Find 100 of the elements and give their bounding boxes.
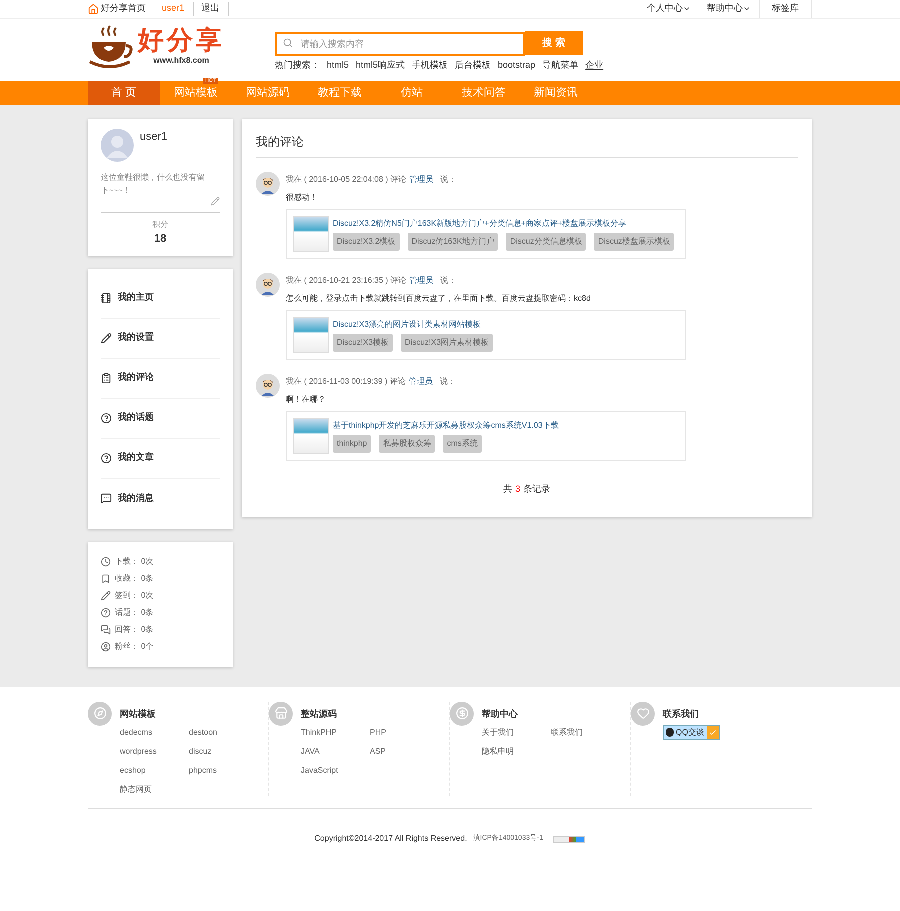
hot-search-link[interactable]: html5响应式 — [356, 59, 406, 72]
tag-chip[interactable]: Discuz!X3图片素材模板 — [401, 334, 494, 352]
footer-link[interactable]: JAVA — [301, 746, 370, 758]
sidebar-menu-item[interactable]: 我的设置 — [101, 318, 220, 358]
menu-icon — [101, 292, 112, 304]
home-link[interactable]: 好分享首页 — [101, 2, 154, 16]
said-label: 说： — [440, 174, 457, 186]
footer-link[interactable]: ecshop — [120, 765, 189, 777]
stat-text: 粉丝： 0个 — [115, 640, 154, 652]
dropdown-menu[interactable]: 个人中心 — [639, 0, 699, 18]
cartoon-avatar-icon — [256, 273, 280, 297]
tag-chip[interactable]: Discuz!X3.2模板 — [333, 233, 400, 251]
comment-text: 很感动！ — [286, 192, 319, 204]
profile-bio: 这位童鞋很懒，什么也没有留下~~~！ — [101, 172, 206, 197]
author-link[interactable]: 管理员 — [410, 174, 434, 186]
hot-search-link[interactable]: 手机模板 — [412, 59, 448, 72]
menu-icon — [101, 493, 112, 504]
footer-link[interactable]: discuz — [189, 746, 249, 758]
footer-link[interactable]: JavaScript — [301, 765, 370, 777]
comment-text: 怎么可能，登录点击下载就跳转到百度云盘了，在里面下载。百度云盘提取密码：kc8d — [286, 293, 592, 305]
thumbnail-placeholder — [293, 317, 329, 353]
footer-link[interactable]: PHP — [370, 727, 430, 739]
footer-column-title: 网站模板 — [120, 708, 157, 720]
sidebar-menu-item[interactable]: 我的文章 — [101, 438, 220, 478]
said-label: 说： — [440, 376, 456, 388]
logo-title: 好分享 — [138, 27, 225, 55]
score-value: 18 — [154, 232, 167, 247]
hot-search-link[interactable]: 后台模板 — [455, 59, 492, 72]
check-badge-icon — [707, 726, 720, 739]
search-field[interactable]: 请输入搜索内容 — [275, 32, 525, 56]
sidebar-menu-item[interactable]: 我的评论 — [101, 358, 220, 398]
dropdown-menu[interactable]: 帮助中心 — [699, 0, 759, 18]
logout-link[interactable]: 退出 — [194, 2, 229, 16]
footer-column-title: 整站源码 — [301, 708, 338, 720]
tag-chip[interactable]: Discuz楼盘展示模板 — [594, 233, 674, 251]
stat-icon — [101, 574, 111, 584]
edit-icon[interactable] — [211, 197, 220, 206]
stat-text: 回答： 0条 — [115, 624, 154, 636]
sidebar-menu-item[interactable]: 我的消息 — [101, 478, 220, 518]
stat-icon — [101, 556, 111, 566]
qq-chat-button[interactable]: QQ交谈 — [663, 725, 720, 740]
tag-chip[interactable]: thinkphp — [333, 435, 372, 453]
footer-column-title: 帮助中心 — [482, 708, 519, 720]
thumbnail-placeholder — [293, 418, 329, 454]
footer-link[interactable]: 联系我们 — [551, 727, 611, 739]
menu-icon — [101, 332, 112, 344]
profile-name: user1 — [140, 130, 168, 145]
menu-icon — [101, 412, 112, 424]
score-label: 积分 — [152, 219, 168, 231]
panel-title: 我的评论 — [256, 133, 798, 158]
footer-icon — [274, 707, 288, 720]
resource-link[interactable]: Discuz!X3.2精仿N5门户163K新版地方门户+分类信息+商家点评+楼盘展示模板分享 — [333, 218, 679, 230]
total-suffix: 条记录 — [524, 483, 550, 496]
comment-meta: 我在 ( 2016-10-05 22:04:08 ) 评论 — [286, 174, 407, 186]
avatar-silhouette-icon — [101, 129, 134, 162]
menu-icon — [101, 452, 112, 464]
nav-item[interactable]: 首 页 — [88, 81, 160, 105]
footer-link[interactable]: wordpress — [120, 746, 189, 758]
stat-text: 收藏： 0条 — [115, 572, 154, 584]
search-icon — [283, 38, 293, 48]
footer-link[interactable]: dedecms — [120, 727, 189, 739]
tag-chip[interactable]: Discuz分类信息模板 — [506, 233, 586, 251]
tag-chip[interactable]: cms系统 — [443, 435, 482, 453]
footer-link[interactable]: phpcms — [189, 765, 249, 777]
author-link[interactable]: 管理员 — [408, 376, 433, 388]
tag-chip[interactable]: 私募股权众筹 — [379, 435, 436, 453]
hot-search-link[interactable]: 企业 — [586, 59, 604, 72]
sidebar-menu-item[interactable]: 我的话题 — [101, 398, 220, 438]
tag-chip[interactable]: Discuz!X3模板 — [333, 334, 394, 352]
menu-icon — [101, 372, 112, 384]
total-count: 3 — [515, 483, 520, 496]
logo-url: www.hfx8.com — [154, 55, 210, 67]
resource-link[interactable]: Discuz!X3漂亮的图片设计类素材网站模板 — [333, 319, 679, 331]
stat-icon — [101, 642, 111, 652]
hot-search-link[interactable]: bootstrap — [498, 59, 536, 72]
footer-column-title: 联系我们 — [663, 708, 700, 720]
hot-search-link[interactable]: 导航菜单 — [542, 59, 579, 72]
stat-icon — [101, 590, 111, 600]
caret-icon — [743, 5, 751, 13]
footer-link[interactable]: ThinkPHP — [301, 727, 370, 739]
coffee-cup-logo-icon — [88, 24, 134, 70]
comment-meta: 我在 ( 2016-11-03 00:19:39 ) 评论 — [286, 376, 406, 388]
footer-link[interactable]: destoon — [189, 727, 249, 739]
author-link[interactable]: 管理员 — [410, 275, 434, 287]
tag-chip[interactable]: Discuz仿163K地方门户 — [408, 233, 498, 251]
cartoon-avatar-icon — [256, 374, 280, 398]
footer-link[interactable]: 隐私申明 — [482, 746, 551, 758]
comment-text: 啊！在哪？ — [286, 394, 327, 406]
footer-link[interactable]: 关于我们 — [482, 727, 551, 739]
said-label: 说： — [440, 275, 457, 287]
hot-search-link[interactable]: html5 — [327, 59, 350, 72]
footer-link[interactable]: ASP — [370, 746, 430, 758]
resource-link[interactable]: 基于thinkphp开发的芝麻乐开源私募股权众筹cms系统V1.03下载 — [333, 420, 679, 432]
footer-icon — [456, 707, 468, 720]
footer-icon — [94, 707, 106, 720]
sidebar-menu-item[interactable]: 我的主页 — [101, 278, 220, 318]
copyright-text: Copyright©2014-2017 All Rights Reserved. — [314, 833, 468, 845]
comment-meta: 我在 ( 2016-10-21 23:16:35 ) 评论 — [286, 275, 407, 287]
tag-library-link[interactable]: 标签库 — [759, 0, 812, 18]
footer-link[interactable]: 静态网页 — [120, 784, 189, 796]
